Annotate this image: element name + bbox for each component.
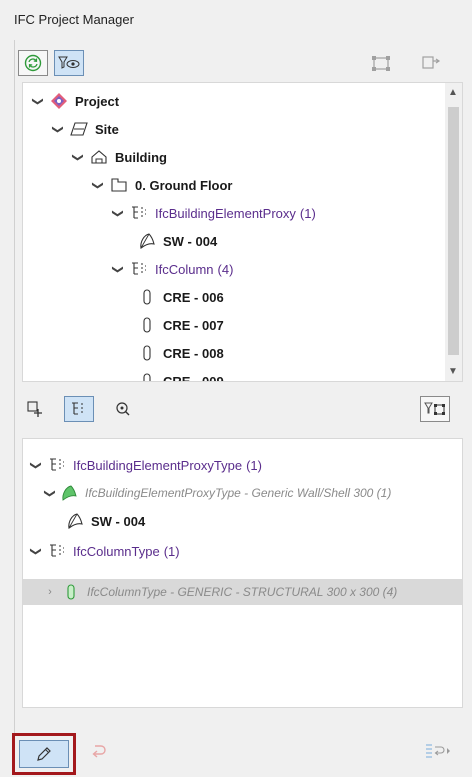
tree-row-ifc-proxy[interactable]: ❯ IfcBuildingElementProxy (1)	[111, 199, 316, 227]
column-icon	[137, 344, 157, 362]
column-icon	[137, 288, 157, 306]
return-arrow-icon	[92, 745, 106, 758]
tree-row-label: IfcBuildingElementProxy	[155, 205, 296, 221]
refresh-icon	[24, 54, 42, 72]
chevron-right-icon[interactable]: ›	[43, 586, 57, 598]
tree-row-count: (1)	[246, 457, 262, 473]
filter-select-button[interactable]	[420, 396, 450, 422]
type-tree-icon	[129, 204, 149, 222]
type-tree-panel: ❯ IfcBuildingElementProxyType (1) ❯ IfcB…	[22, 438, 463, 708]
select-elements-icon	[372, 56, 390, 71]
tree-row-cre-007[interactable]: CRE - 007	[119, 311, 224, 339]
tree-row-cre-006[interactable]: CRE - 006	[119, 283, 224, 311]
chevron-down-icon[interactable]: ❯	[52, 122, 65, 136]
shell-icon	[65, 512, 85, 530]
ifc-tree-panel: ❯ Project ❯ Site ❯ Building ❯ 0. Ground …	[22, 82, 463, 382]
tree-row-label: 0. Ground Floor	[135, 177, 233, 193]
chevron-down-icon[interactable]: ❯	[32, 94, 45, 108]
show-selection-icon	[422, 56, 441, 69]
tree-row-label: IfcColumnType	[73, 543, 160, 559]
tree-row-cre-009[interactable]: CRE - 009	[119, 367, 224, 382]
tree-row-label: IfcColumn	[155, 261, 214, 277]
tree-row-cre-008[interactable]: CRE - 008	[119, 339, 224, 367]
select-in-model-button[interactable]	[366, 50, 396, 76]
undo-button[interactable]	[84, 738, 114, 764]
chevron-down-icon[interactable]: ❯	[30, 544, 43, 558]
column-icon	[137, 372, 157, 381]
shell-icon	[137, 232, 157, 250]
filter-eye-icon	[58, 56, 80, 69]
magnifier-icon	[116, 402, 130, 416]
storey-icon	[109, 176, 129, 194]
type-tree-icon	[47, 542, 67, 560]
chevron-down-icon[interactable]: ❯	[112, 206, 125, 220]
tree-row-label: SW - 004	[163, 233, 218, 249]
edit-button-highlight	[12, 733, 76, 775]
tree-row-ifc-column[interactable]: ❯ IfcColumn (4)	[111, 255, 234, 283]
zoom-button[interactable]	[108, 396, 138, 422]
site-icon	[69, 120, 89, 138]
tree-row-label: IfcBuildingElementProxyType	[73, 457, 243, 473]
type-row-sw-004[interactable]: SW - 004	[61, 507, 145, 535]
pencil-icon	[37, 747, 51, 761]
chevron-down-icon[interactable]: ❯	[44, 486, 57, 500]
type-row-proxy-type[interactable]: ❯ IfcBuildingElementProxyType (1)	[29, 451, 262, 479]
type-toolbar	[16, 392, 466, 426]
tree-row-count: (1)	[299, 205, 316, 221]
tree-row-sw-004[interactable]: SW - 004	[119, 227, 217, 255]
bottom-toolbar	[0, 728, 472, 777]
building-icon	[89, 148, 109, 166]
type-tree-button[interactable]	[64, 396, 94, 422]
type-tree-icon	[72, 402, 83, 415]
show-in-model-button[interactable]	[416, 50, 446, 76]
tree-row-storey[interactable]: ❯ 0. Ground Floor	[91, 171, 233, 199]
chevron-down-icon[interactable]: ❯	[30, 458, 43, 472]
type-tree-icon	[47, 456, 67, 474]
type-row-generic-structural[interactable]: › IfcColumnType - GENERIC - STRUCTURAL 3…	[43, 578, 397, 606]
refresh-button[interactable]	[18, 50, 48, 76]
tree-row-label: IfcColumnType - GENERIC - STRUCTURAL 300…	[87, 585, 398, 599]
tree-row-count: (1)	[163, 543, 180, 559]
tree-row-label: Building	[115, 149, 167, 165]
column-icon	[137, 316, 157, 334]
filter-view-button[interactable]	[54, 50, 84, 76]
add-to-selection-icon	[27, 401, 42, 417]
tree-scrollbar[interactable]: ▲ ▼	[445, 83, 462, 381]
scrollbar-thumb[interactable]	[448, 107, 459, 355]
edit-button[interactable]	[19, 740, 69, 768]
chevron-down-icon[interactable]: ❯	[72, 150, 85, 164]
tree-row-project[interactable]: ❯ Project	[31, 87, 119, 115]
top-toolbar	[16, 48, 466, 78]
assign-type-button[interactable]	[418, 738, 458, 764]
tree-row-label: Site	[95, 121, 119, 137]
type-tree-icon	[129, 260, 149, 278]
type-row-generic-wall[interactable]: ❯ IfcBuildingElementProxyType - Generic …	[43, 479, 391, 507]
tree-row-label: Project	[75, 93, 120, 109]
chevron-down-icon[interactable]: ❯	[112, 262, 125, 276]
scroll-down-icon[interactable]: ▼	[448, 366, 458, 377]
scroll-up-icon[interactable]: ▲	[448, 87, 458, 98]
assign-arrow-icon	[426, 744, 450, 758]
tree-row-building[interactable]: ❯ Building	[71, 143, 168, 171]
tree-row-label: CRE - 009	[163, 373, 224, 382]
chevron-down-icon[interactable]: ❯	[92, 178, 105, 192]
leaf-icon	[59, 484, 79, 502]
column-green-icon	[61, 583, 81, 601]
project-icon	[49, 92, 69, 110]
filter-select-icon	[424, 402, 445, 415]
tree-row-label: SW - 004	[91, 513, 146, 529]
add-type-button[interactable]	[20, 396, 50, 422]
tree-row-label: CRE - 008	[163, 345, 224, 361]
tree-row-label: CRE - 007	[163, 317, 224, 333]
tree-row-label: CRE - 006	[163, 289, 224, 305]
tree-row-label: IfcBuildingElementProxyType - Generic Wa…	[85, 486, 392, 500]
tree-row-count: (4)	[217, 261, 234, 277]
type-row-column-type[interactable]: ❯ IfcColumnType (1)	[29, 537, 180, 565]
window-title: IFC Project Manager	[14, 12, 134, 27]
tree-row-site[interactable]: ❯ Site	[51, 115, 119, 143]
